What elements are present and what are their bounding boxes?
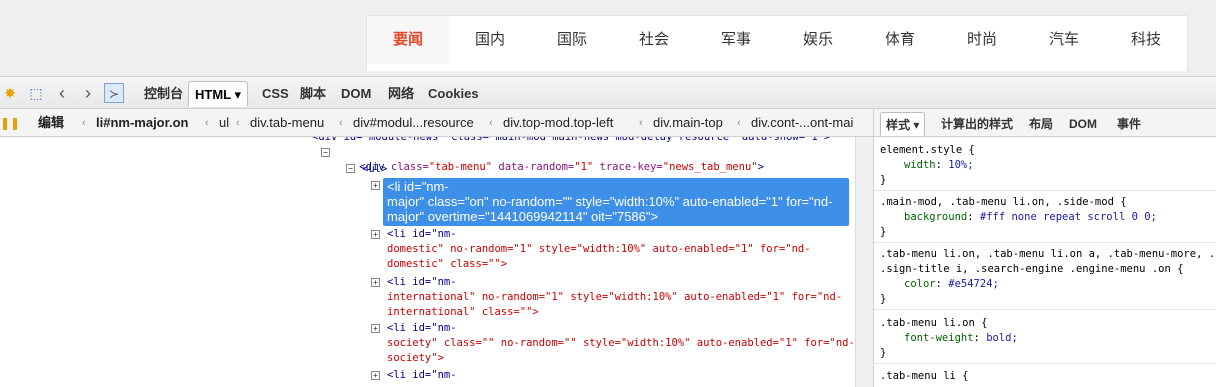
tab-dom[interactable]: DOM <box>335 81 377 107</box>
inspect-element-icon[interactable]: ⬚ <box>26 83 46 103</box>
back-arrow-icon[interactable]: ‹ <box>52 83 72 103</box>
tree-line-li-society-2[interactable]: society" class="" no-random="" style="wi… <box>387 336 855 351</box>
html-tree-panel[interactable]: <div id="module-news" class="main-mod ma… <box>0 137 855 387</box>
news-tab-domestic[interactable]: 国内 <box>449 16 531 64</box>
tab-cookies[interactable]: Cookies <box>422 81 485 107</box>
chevron-left-icon: ‹ <box>489 117 493 129</box>
firebug-icon[interactable]: ✸ <box>0 83 20 103</box>
tab-side-dom[interactable]: DOM <box>1064 112 1102 136</box>
tree-line-li-domestic-3[interactable]: domestic" class=""> <box>387 257 507 272</box>
news-tab-auto[interactable]: 汽车 <box>1023 16 1105 64</box>
selected-line-2: major" class="on" no-random="" style="wi… <box>387 194 833 209</box>
css-rule-close: } <box>880 174 887 186</box>
news-tab-menu: 要闻 国内 国际 社会 军事 娱乐 体育 时尚 汽车 科技 <box>366 15 1188 71</box>
devtools-toolbar: ✸ ⬚ ‹ › ≻ 控制台 HTML ▾ CSS 脚本 DOM 网络 Cooki… <box>0 76 1216 109</box>
news-tab-society[interactable]: 社会 <box>613 16 695 64</box>
divider <box>874 242 1216 243</box>
css-rule-selector: .tab-menu li { <box>880 370 969 382</box>
tree-line-module-news[interactable]: <div id="module-news" class="main-mod ma… <box>312 137 830 145</box>
tree-line-li-international-3[interactable]: international" class=""> <box>387 305 539 320</box>
tree-line-li-society-1[interactable]: <li id="nm- <box>387 321 457 336</box>
tab-script[interactable]: 脚本 <box>294 81 332 107</box>
breadcrumb: ❚❚ 编辑 ‹ li#nm-major.on ‹ ul ‹ div.tab-me… <box>0 109 873 137</box>
selected-line-1: <li id="nm- <box>387 179 449 194</box>
chevron-left-icon: ‹ <box>639 117 643 129</box>
tree-line-li-domestic-2[interactable]: domestic" no-random="1" style="width:10%… <box>387 242 811 257</box>
css-rule-selector: .tab-menu li.on { <box>880 317 988 329</box>
tree-line-ul[interactable]: <ul> <box>362 162 387 177</box>
news-tab-fashion[interactable]: 时尚 <box>941 16 1023 64</box>
css-rule-close: } <box>880 347 887 359</box>
tree-line-li-next-1[interactable]: <li id="nm- <box>387 368 457 383</box>
edit-button[interactable]: 编辑 <box>38 113 64 133</box>
breadcrumb-item-ul[interactable]: ul <box>219 113 229 133</box>
news-tab-major[interactable]: 要闻 <box>367 16 449 64</box>
chevron-left-icon[interactable]: ‹ <box>82 113 86 133</box>
tree-line-li-society-3[interactable]: society"> <box>387 351 444 366</box>
css-rule-selector: element.style { <box>880 144 975 156</box>
breadcrumb-item-main-top[interactable]: div.main-top <box>653 113 723 133</box>
news-tab-military[interactable]: 军事 <box>695 16 777 64</box>
expand-icon[interactable]: + <box>371 324 380 333</box>
breadcrumb-item-tab-menu[interactable]: div.tab-menu <box>250 113 324 133</box>
tab-layout[interactable]: 布局 <box>1024 112 1058 136</box>
news-tab-tech[interactable]: 科技 <box>1105 16 1187 64</box>
breadcrumb-item-module[interactable]: div#modul...resource <box>353 113 474 133</box>
page-header: 要闻 国内 国际 社会 军事 娱乐 体育 时尚 汽车 科技 <box>0 0 1216 76</box>
breadcrumb-item-cont[interactable]: div.cont-...ont-mai <box>751 113 853 133</box>
css-declaration[interactable]: width: 10%; <box>904 158 974 173</box>
css-rule-selector: .main-mod, .tab-menu li.on, .side-mod { <box>880 196 1127 208</box>
selected-line-3: major" overtime="1441069942114" oit="758… <box>387 209 659 224</box>
tab-css[interactable]: CSS <box>256 81 295 107</box>
css-declaration[interactable]: color: #e54724; <box>904 277 999 292</box>
news-tab-entertainment[interactable]: 娱乐 <box>777 16 859 64</box>
expand-icon[interactable]: + <box>371 371 380 380</box>
css-rule-selector: .tab-menu li.on, .tab-menu li.on a, .tab… <box>880 248 1216 260</box>
tab-html[interactable]: HTML ▾ <box>188 81 249 107</box>
tab-computed[interactable]: 计算出的样式 <box>936 112 1018 136</box>
tree-scrollbar[interactable] <box>855 137 873 387</box>
chevron-left-icon: ‹ <box>205 117 209 129</box>
breadcrumb-item-top-mod[interactable]: div.top-mod.top-left <box>503 113 613 133</box>
tab-network[interactable]: 网络 <box>382 81 420 107</box>
command-line-icon[interactable]: ≻ <box>104 83 124 103</box>
news-tab-international[interactable]: 国际 <box>531 16 613 64</box>
divider <box>874 190 1216 191</box>
tree-line-li-domestic-1[interactable]: <li id="nm- <box>387 227 457 242</box>
forward-arrow-icon[interactable]: › <box>78 83 98 103</box>
tab-console[interactable]: 控制台 <box>138 81 189 107</box>
collapse-icon[interactable]: − <box>321 148 330 157</box>
tab-events[interactable]: 事件 <box>1112 112 1146 136</box>
chevron-left-icon: ‹ <box>737 117 741 129</box>
expand-icon[interactable]: + <box>371 230 380 239</box>
chevron-left-icon: ‹ <box>339 117 343 129</box>
css-rule-close: } <box>880 226 887 238</box>
divider <box>874 363 1216 364</box>
css-rules-panel[interactable]: element.style { width: 10%; } .main-mod,… <box>873 137 1216 387</box>
expand-icon[interactable]: + <box>371 278 380 287</box>
css-declaration[interactable]: background: #fff none repeat scroll 0 0; <box>904 210 1157 225</box>
collapse-icon[interactable]: − <box>346 164 355 173</box>
selected-tree-node[interactable]: <li id="nm- major" class="on" no-random=… <box>383 178 849 226</box>
side-panel-tabs: 样式 ▾ 计算出的样式 布局 DOM 事件 <box>873 109 1216 137</box>
css-rule-selector: .sign-title i, .search-engine .engine-me… <box>880 263 1184 275</box>
tree-line-li-international-1[interactable]: <li id="nm- <box>387 275 457 290</box>
breadcrumb-item-li[interactable]: li#nm-major.on <box>96 113 188 133</box>
css-rule-close: } <box>880 293 887 305</box>
pause-icon[interactable]: ❚❚ <box>0 113 20 133</box>
news-tab-sports[interactable]: 体育 <box>859 16 941 64</box>
css-declaration[interactable]: font-weight: bold; <box>904 331 1018 346</box>
tab-styles[interactable]: 样式 ▾ <box>880 112 926 136</box>
expand-icon[interactable]: + <box>371 181 380 190</box>
divider <box>874 309 1216 310</box>
tree-line-li-international-2[interactable]: international" no-random="1" style="widt… <box>387 290 842 305</box>
chevron-left-icon: ‹ <box>236 117 240 129</box>
